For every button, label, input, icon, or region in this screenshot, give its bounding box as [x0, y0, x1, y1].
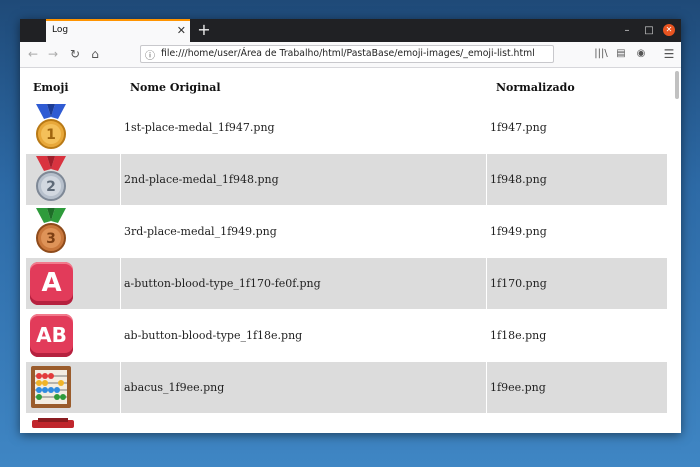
table-row: AB ab-button-blood-type_1f18e.png 1f18e.… — [26, 310, 667, 361]
1st-place-medal-icon: 1 — [36, 104, 66, 149]
table-row: 1 1st-place-medal_1f947.png 1f947.png — [26, 102, 667, 153]
abacus-icon — [31, 366, 71, 408]
library-icon[interactable]: |||\ — [593, 46, 609, 62]
medal-number: 3 — [46, 231, 56, 247]
maximize-button[interactable]: □ — [642, 19, 656, 42]
original-name-cell: 1st-place-medal_1f947.png — [124, 121, 275, 134]
reload-icon[interactable]: ↻ — [67, 46, 83, 62]
url-text[interactable]: file:///home/user/Área de Trabalho/html/… — [161, 48, 535, 59]
partial-emoji-icon — [32, 418, 74, 428]
medal-number: 2 — [46, 179, 56, 195]
original-name-cell: a-button-blood-type_1f170-fe0f.png — [124, 277, 321, 290]
original-name-cell: 2nd-place-medal_1f948.png — [124, 173, 279, 186]
sidebar-icon[interactable]: ▤ — [613, 46, 629, 62]
2nd-place-medal-icon: 2 — [36, 156, 66, 201]
normalized-cell: 1f18e.png — [490, 329, 547, 342]
a-button-blood-type-icon: A — [30, 262, 73, 305]
tab-title: Log — [52, 25, 69, 35]
account-icon[interactable]: ◉ — [633, 46, 649, 62]
forward-icon[interactable]: → — [45, 46, 61, 62]
address-bar[interactable]: ⓘ file:///home/user/Área de Trabalho/htm… — [140, 45, 554, 63]
table-row: abacus_1f9ee.png 1f9ee.png — [26, 362, 667, 413]
tab-close-icon[interactable]: ✕ — [177, 21, 186, 40]
table-row: A a-button-blood-type_1f170-fe0f.png 1f1… — [26, 258, 667, 309]
browser-window: Log ✕ + – □ ✕ ← → ↻ ⌂ ⓘ file:///home/use… — [20, 19, 681, 433]
vertical-scrollbar[interactable] — [675, 71, 679, 99]
tab-log[interactable]: Log ✕ — [46, 19, 190, 42]
minimize-button[interactable]: – — [620, 19, 634, 42]
medal-number: 1 — [46, 127, 56, 143]
normalized-cell: 1f9ee.png — [490, 381, 546, 394]
3rd-place-medal-icon: 3 — [36, 208, 66, 253]
original-name-cell: ab-button-blood-type_1f18e.png — [124, 329, 303, 342]
original-name-cell: abacus_1f9ee.png — [124, 381, 225, 394]
ab-button-blood-type-icon: AB — [30, 314, 73, 357]
header-emoji: Emoji — [33, 81, 69, 94]
close-window-button[interactable]: ✕ — [663, 24, 675, 36]
original-name-cell: 3rd-place-medal_1f949.png — [124, 225, 277, 238]
home-icon[interactable]: ⌂ — [87, 46, 103, 62]
table-row: 3 3rd-place-medal_1f949.png 1f949.png — [26, 206, 667, 257]
table-row — [26, 414, 667, 433]
back-icon[interactable]: ← — [25, 46, 41, 62]
tab-bar: Log ✕ + – □ ✕ — [20, 19, 681, 42]
header-original-name: Nome Original — [130, 81, 221, 94]
navigation-toolbar: ← → ↻ ⌂ ⓘ file:///home/user/Área de Trab… — [20, 42, 681, 68]
normalized-cell: 1f949.png — [490, 225, 547, 238]
new-tab-button[interactable]: + — [196, 19, 212, 42]
normalized-cell: 1f170.png — [490, 277, 547, 290]
table-row: 2 2nd-place-medal_1f948.png 1f948.png — [26, 154, 667, 205]
menu-icon[interactable]: ☰ — [661, 46, 677, 62]
normalized-cell: 1f948.png — [490, 173, 547, 186]
page-info-icon[interactable]: ⓘ — [145, 47, 155, 62]
normalized-cell: 1f947.png — [490, 121, 547, 134]
header-normalized: Normalizado — [496, 81, 575, 94]
page-content: Emoji Nome Original Normalizado 1 1st-pl… — [20, 68, 681, 433]
